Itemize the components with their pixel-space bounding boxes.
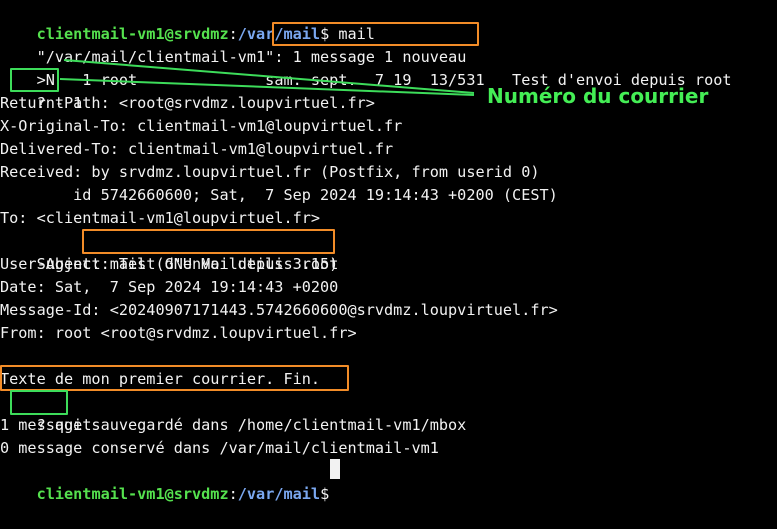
annotation-arrows	[59, 59, 475, 96]
annotation-label: Numéro du courrier	[487, 84, 709, 108]
terminal-window[interactable]: clientmail-vm1@srvdmz:/var/mail$ mail "/…	[0, 0, 777, 503]
